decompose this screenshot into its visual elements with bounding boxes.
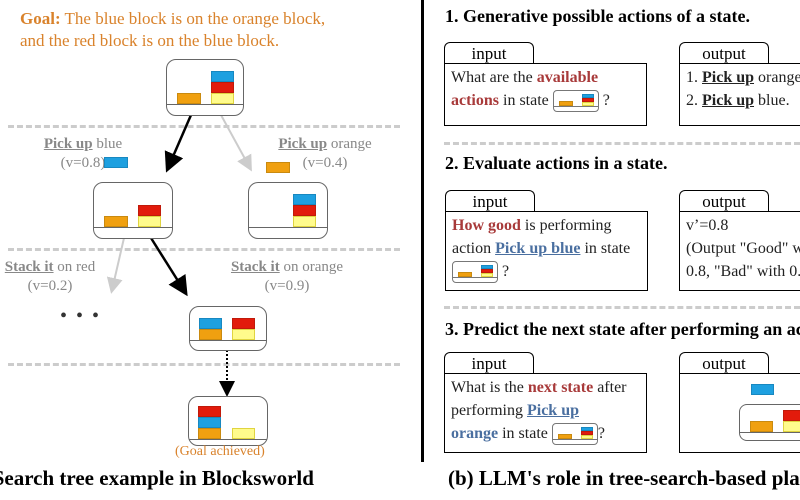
section-3-title: 3. Predict the next state after performi…	[445, 319, 800, 339]
section-2-input-box: How good is performing action Pick up bl…	[445, 211, 648, 291]
arrow-stack-red	[106, 237, 125, 294]
state-goal	[188, 396, 268, 446]
section-divider-2	[444, 306, 800, 309]
section-1-title: 1. Generative possible actions of a stat…	[445, 6, 750, 26]
section-2-title: 2. Evaluate actions in a state.	[445, 153, 668, 173]
caption-left: (a) Search tree example in Blocksworld	[0, 466, 314, 490]
arrow-pickup-blue	[164, 114, 193, 173]
state-after-stack-orange	[189, 306, 267, 351]
section-2-output-box: v’=0.8 (Output "Good" with 0.8, "Bad" wi…	[679, 211, 800, 291]
output-value: v’=0.8	[686, 217, 729, 234]
output-line-2: 2. Pick up blue.	[686, 92, 790, 109]
output-explanation-1: (Output "Good" with	[686, 240, 800, 257]
section-1-output-tab: output	[679, 42, 769, 64]
goal-achieved-label: (Goal achieved)	[175, 444, 265, 459]
state-after-pickup-blue	[93, 182, 173, 239]
mini-state-2	[452, 261, 498, 284]
section-1-input-tab: input	[444, 42, 534, 64]
arrow-stack-orange	[149, 237, 188, 297]
state-after-pickup-orange	[248, 182, 328, 239]
output-explanation-2: 0.8, "Bad" with 0.2)	[686, 263, 800, 280]
mini-state-3	[551, 423, 598, 446]
next-state	[739, 404, 800, 441]
action-label-stack-red: Stack it on red (v=0.2)	[4, 259, 96, 294]
caption-right: (b) LLM's role in tree-search-based plan…	[448, 466, 800, 490]
section-3-output-tab: output	[679, 352, 769, 374]
held-blue-block	[104, 157, 128, 168]
section-3-input-box: What is the next state after performing …	[444, 373, 647, 453]
arrow-pickup-orange	[220, 114, 252, 172]
action-label-stack-orange: Stack it on orange (v=0.9)	[230, 259, 344, 294]
held-blue-block-output	[751, 384, 774, 395]
ellipsis: • • •	[60, 305, 102, 327]
state-root	[166, 59, 244, 116]
section-2-input-tab: input	[445, 190, 535, 212]
held-orange-block	[266, 162, 290, 173]
section-3-output-box	[679, 373, 800, 453]
mini-state-1	[552, 90, 599, 113]
panel-divider	[421, 0, 424, 462]
section-3-input-tab: input	[444, 352, 534, 374]
section-2-output-tab: output	[679, 190, 769, 212]
section-1-output-box: 1. Pick up orange. 2. Pick up blue.	[679, 63, 800, 126]
output-line-1: 1. Pick up orange.	[686, 69, 800, 86]
section-1-input-box: What are the available actions in state …	[444, 63, 647, 126]
section-divider-1	[444, 142, 800, 145]
